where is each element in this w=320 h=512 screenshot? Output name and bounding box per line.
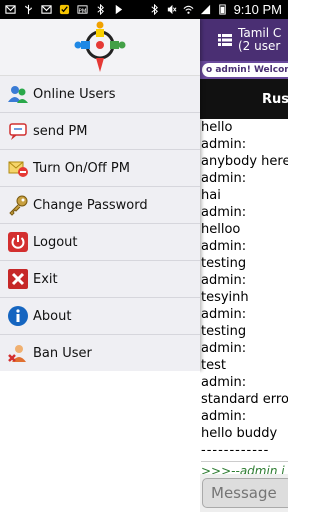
menu-item-change-password[interactable]: Change Password	[0, 187, 200, 224]
app-notification-icon	[59, 4, 70, 15]
wifi-icon	[183, 5, 194, 14]
message-sender: admin:	[201, 273, 247, 288]
message-text: hello	[201, 120, 233, 135]
banner-ad[interactable]: Russ	[200, 79, 288, 119]
menu-item-send-pm[interactable]: send PM	[0, 113, 200, 150]
app-logo	[0, 19, 200, 76]
menu-item-label: Turn On/Off PM	[33, 160, 130, 176]
menu-item-exit[interactable]: Exit	[0, 261, 200, 298]
navigation-drawer: Online Users send PM Turn On/Off PM Change …	[0, 19, 200, 372]
message-sender: admin:	[201, 409, 247, 424]
message-divider: ------------	[201, 443, 270, 458]
message-sender: admin:	[201, 307, 247, 322]
chat-header: Tamil C (2 user	[200, 19, 288, 61]
toggle-pm-icon	[7, 157, 29, 179]
svg-text:PM: PM	[78, 8, 86, 14]
drawer-blank-area	[0, 371, 200, 512]
ban-user-icon	[7, 342, 29, 364]
menu-item-logout[interactable]: Logout	[0, 224, 200, 261]
power-icon	[7, 231, 29, 253]
message-sender: admin:	[201, 375, 247, 390]
exit-icon	[7, 268, 29, 290]
key-icon	[7, 194, 29, 216]
send-pm-icon	[7, 120, 29, 142]
menu-item-ban-user[interactable]: Ban User	[0, 335, 200, 372]
message-sender: admin:	[201, 341, 247, 356]
chat-title: Tamil C (2 user	[238, 27, 281, 53]
message-sender: admin:	[201, 239, 247, 254]
menu-item-online-users[interactable]: Online Users	[0, 76, 200, 113]
menu-item-label: About	[33, 308, 72, 324]
drawer-menu: Online Users send PM Turn On/Off PM Change …	[0, 76, 200, 372]
bluetooth-icon	[151, 4, 158, 15]
menu-item-label: Ban User	[33, 345, 92, 361]
message-text: standard erro	[201, 392, 288, 407]
welcome-bar: o admin! Welcom	[200, 61, 288, 79]
welcome-message: o admin! Welcom	[202, 63, 288, 77]
app-screen: PM 9:10 PM Tamil C (2 user o admin! Welc…	[0, 0, 288, 512]
message-text: testing	[201, 256, 247, 271]
message-sender: admin:	[201, 171, 247, 186]
email-icon	[41, 5, 52, 14]
battery-icon	[218, 4, 226, 15]
message-sender: admin:	[201, 137, 247, 152]
menu-item-label: Exit	[33, 271, 58, 287]
chat-pane: Tamil C (2 user o admin! Welcom Russ hel…	[200, 19, 288, 512]
menu-item-about[interactable]: About	[0, 298, 200, 335]
message-text: anybody here	[201, 154, 288, 169]
menu-item-label: Online Users	[33, 86, 116, 102]
user-count: (2 user	[238, 39, 281, 53]
usb-icon	[25, 4, 32, 15]
menu-item-label: send PM	[33, 123, 88, 139]
message-text: tesyinh	[201, 290, 249, 305]
bluetooth-icon	[97, 4, 104, 15]
composer	[200, 474, 288, 512]
pm-notification-icon: PM	[77, 5, 88, 14]
message-list: hello admin: anybody here admin: hai admin: he…	[200, 119, 288, 480]
signal-icon	[200, 4, 210, 15]
play-store-icon	[115, 4, 123, 15]
message-text: hai	[201, 188, 221, 203]
message-text: test	[201, 358, 226, 373]
email-icon	[5, 5, 16, 14]
menu-item-turn-on-off-pm[interactable]: Turn On/Off PM	[0, 150, 200, 187]
message-text: helloo	[201, 222, 241, 237]
menu-item-label: Logout	[33, 234, 78, 250]
list-icon[interactable]	[218, 33, 232, 47]
message-sender: admin:	[201, 205, 247, 220]
users-icon	[7, 83, 29, 105]
silent-icon	[167, 4, 177, 15]
message-input[interactable]	[202, 478, 288, 508]
info-icon	[7, 305, 29, 327]
message-text: testing	[201, 324, 247, 339]
status-bar: PM 9:10 PM	[0, 0, 288, 19]
clock: 9:10 PM	[233, 2, 282, 17]
message-text: hello buddy	[201, 426, 278, 441]
app-logo-icon	[74, 21, 126, 72]
menu-item-label: Change Password	[33, 197, 148, 213]
